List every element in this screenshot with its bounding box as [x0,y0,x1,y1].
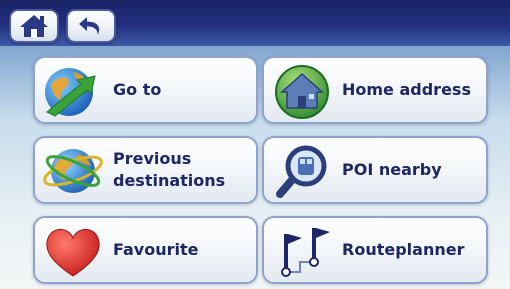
previous-destinations-label: Previous destinations [113,149,226,190]
route-flags-icon [281,228,330,277]
favourite-label: Favourite [113,240,199,260]
home-address-label: Home address [342,80,471,100]
heart-icon [46,229,100,277]
routeplanner-button[interactable]: Routeplanner [262,216,488,284]
house-icon [275,65,329,119]
home-icon [20,15,48,37]
back-arrow-icon [79,17,100,35]
routeplanner-label: Routeplanner [342,240,465,260]
home-button[interactable] [9,9,59,43]
globe-orbit-icon [43,149,103,193]
magnifier-icon [276,145,327,198]
globe-arrow-icon [45,68,96,117]
previous-destinations-button[interactable]: Previous destinations [33,136,258,204]
go-to-button[interactable]: Go to [33,56,258,124]
go-to-label: Go to [113,80,162,100]
back-button[interactable] [66,9,116,43]
favourite-button[interactable]: Favourite [33,216,258,284]
home-address-button[interactable]: Home address [262,56,488,124]
poi-nearby-label: POI nearby [342,160,442,180]
poi-nearby-button[interactable]: POI nearby [262,136,488,204]
